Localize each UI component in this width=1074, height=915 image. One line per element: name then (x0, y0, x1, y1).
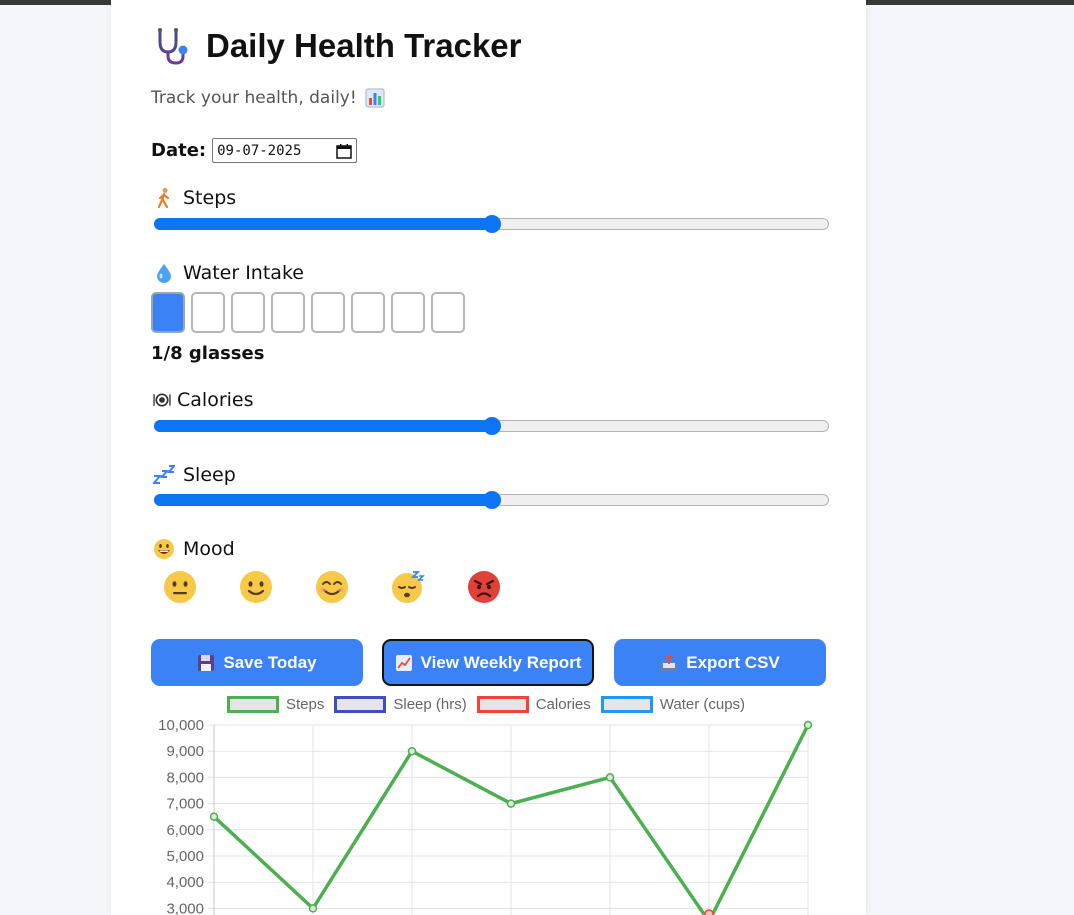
slightly-smiling-face-icon[interactable] (239, 570, 273, 604)
water-glass-1[interactable] (151, 292, 185, 333)
date-row: Date: 09-07-2025 (151, 138, 358, 163)
sleep-label: Sleep (183, 464, 236, 486)
sleep-slider-thumb[interactable] (482, 491, 501, 509)
mood-label: Mood (183, 538, 235, 560)
steps-slider-fill (154, 218, 492, 230)
tracker-card: Daily Health Tracker Track your health, … (111, 0, 866, 915)
sleep-slider-fill (154, 494, 492, 506)
y-tick-label: 9,000 (166, 743, 204, 760)
y-tick-label: 10,000 (158, 717, 204, 734)
water-glass-4[interactable] (271, 292, 305, 333)
calendar-icon[interactable] (336, 143, 352, 159)
date-input[interactable]: 09-07-2025 (212, 138, 358, 163)
water-glasses (151, 292, 471, 333)
water-glass-3[interactable] (231, 292, 265, 333)
water-glass-8[interactable] (431, 292, 465, 333)
zzz-icon (153, 465, 175, 484)
person-walking-icon (157, 188, 170, 209)
save-today-label: Save Today (223, 652, 317, 672)
view-weekly-report-label: View Weekly Report (420, 652, 582, 672)
y-tick-label: 8,000 (166, 769, 204, 786)
calories-slider-thumb[interactable] (482, 417, 501, 435)
data-point-steps[interactable] (308, 904, 318, 913)
export-csv-label: Export CSV (686, 652, 780, 672)
angry-face-icon[interactable] (467, 570, 501, 604)
date-value: 09-07-2025 (217, 142, 302, 159)
export-csv-button[interactable]: Export CSV (614, 639, 826, 686)
mood-label-row: Mood (153, 538, 235, 560)
weekly-chart: 10,000 9,000 8,000 7,000 6,000 5,000 4,000 3,00… (158, 717, 813, 915)
steps-label-row: Steps (153, 187, 236, 209)
water-label: Water Intake (183, 262, 304, 284)
stethoscope-icon (158, 28, 188, 65)
page-subtitle: Track your health, daily! (151, 88, 385, 108)
data-point-steps[interactable] (506, 799, 516, 808)
plate-cutlery-icon (153, 393, 171, 407)
page-title: Daily Health Tracker (206, 27, 522, 64)
data-point-steps[interactable] (407, 746, 417, 756)
subtitle-text: Track your health, daily! (151, 88, 357, 108)
mood-options (163, 570, 543, 604)
calories-slider-fill (154, 420, 492, 432)
smiling-face-icon[interactable] (315, 570, 349, 604)
y-tick-label: 6,000 (166, 822, 204, 839)
y-tick-label: 3,000 (166, 900, 204, 915)
grinning-face-icon (154, 539, 174, 559)
y-tick-label: 7,000 (166, 796, 204, 813)
neutral-face-icon[interactable] (163, 570, 197, 604)
water-label-row: Water Intake (153, 262, 304, 284)
sleeping-face-icon[interactable] (391, 570, 425, 604)
water-glass-7[interactable] (391, 292, 425, 333)
water-glass-5[interactable] (311, 292, 345, 333)
data-point-steps[interactable] (605, 773, 615, 782)
y-tick-label: 5,000 (166, 848, 204, 865)
header: Daily Health Tracker (152, 26, 522, 66)
view-weekly-report-button[interactable]: View Weekly Report (382, 639, 594, 686)
calories-label-row: Calories (153, 389, 254, 411)
save-today-button[interactable]: Save Today (151, 639, 363, 686)
water-count: 1/8 glasses (151, 343, 265, 364)
water-glass-6[interactable] (351, 292, 385, 333)
data-point-calories[interactable] (704, 909, 714, 915)
outbox-tray-icon (661, 653, 678, 671)
calories-slider[interactable] (154, 417, 829, 435)
date-label: Date: (151, 140, 207, 161)
water-drop-icon (157, 264, 171, 283)
floppy-disk-icon (198, 654, 215, 671)
steps-label: Steps (183, 187, 237, 209)
calories-label: Calories (177, 389, 254, 411)
sleep-slider[interactable] (154, 491, 829, 509)
sleep-label-row: Sleep (153, 464, 236, 486)
bar-chart-icon (365, 88, 385, 108)
y-tick-label: 4,000 (166, 874, 204, 891)
steps-slider[interactable] (154, 215, 829, 233)
steps-slider-thumb[interactable] (482, 215, 501, 233)
water-glass-2[interactable] (191, 292, 225, 333)
chart-increasing-icon (395, 654, 412, 671)
data-point-steps[interactable] (209, 812, 219, 821)
data-point-steps[interactable] (803, 720, 813, 730)
